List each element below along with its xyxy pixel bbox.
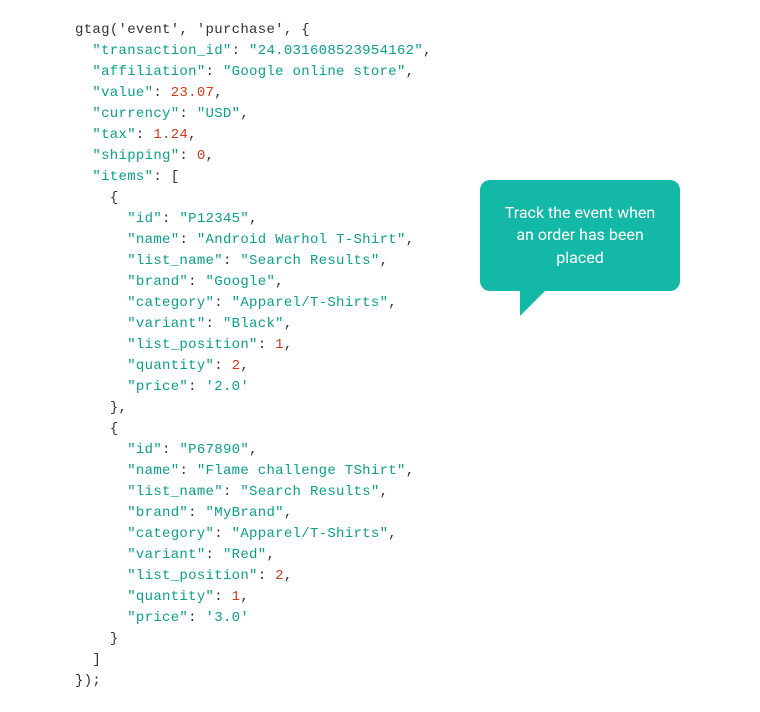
key: "brand": [127, 274, 188, 290]
key: "variant": [127, 547, 205, 563]
key: "variant": [127, 316, 205, 332]
value: "Red": [223, 547, 267, 563]
key: "shipping": [92, 148, 179, 164]
key: "price": [127, 610, 188, 626]
key: "category": [127, 295, 214, 311]
key: "id": [127, 211, 162, 227]
annotation-callout: Track the event when an order has been p…: [480, 180, 680, 291]
value: "Flame challenge TShirt": [197, 463, 406, 479]
value: "Search Results": [240, 253, 379, 269]
key: "currency": [92, 106, 179, 122]
code-text: gtag('event', 'purchase', {: [75, 22, 310, 38]
value: "USD": [197, 106, 241, 122]
value: '3.0': [206, 610, 250, 626]
key: "quantity": [127, 358, 214, 374]
value: 23.07: [171, 85, 215, 101]
value: "Apparel/T-Shirts": [232, 526, 389, 542]
key: "items": [92, 169, 153, 185]
key: "list_name": [127, 484, 223, 500]
key: "price": [127, 379, 188, 395]
code-snippet: gtag('event', 'purchase', { "transaction…: [75, 20, 760, 692]
value: "Google online store": [223, 64, 406, 80]
key: "value": [92, 85, 153, 101]
value: 1: [275, 337, 284, 353]
key: "list_position": [127, 337, 258, 353]
value: 1.24: [153, 127, 188, 143]
value: "P67890": [179, 442, 249, 458]
key: "affiliation": [92, 64, 205, 80]
value: 0: [197, 148, 206, 164]
value: "Search Results": [240, 484, 379, 500]
value: "Black": [223, 316, 284, 332]
value: "P12345": [179, 211, 249, 227]
value: "Android Warhol T-Shirt": [197, 232, 406, 248]
key: "transaction_id": [92, 43, 231, 59]
value: "Apparel/T-Shirts": [232, 295, 389, 311]
value: '2.0': [206, 379, 250, 395]
key: "quantity": [127, 589, 214, 605]
key: "name": [127, 463, 179, 479]
key: "name": [127, 232, 179, 248]
key: "tax": [92, 127, 136, 143]
annotation-text: Track the event when an order has been p…: [505, 203, 655, 267]
value: 2: [275, 568, 284, 584]
key: "id": [127, 442, 162, 458]
key: "list_position": [127, 568, 258, 584]
value: "MyBrand": [206, 505, 284, 521]
key: "list_name": [127, 253, 223, 269]
key: "category": [127, 526, 214, 542]
value: "24.031608523954162": [249, 43, 423, 59]
key: "brand": [127, 505, 188, 521]
value: "Google": [206, 274, 276, 290]
